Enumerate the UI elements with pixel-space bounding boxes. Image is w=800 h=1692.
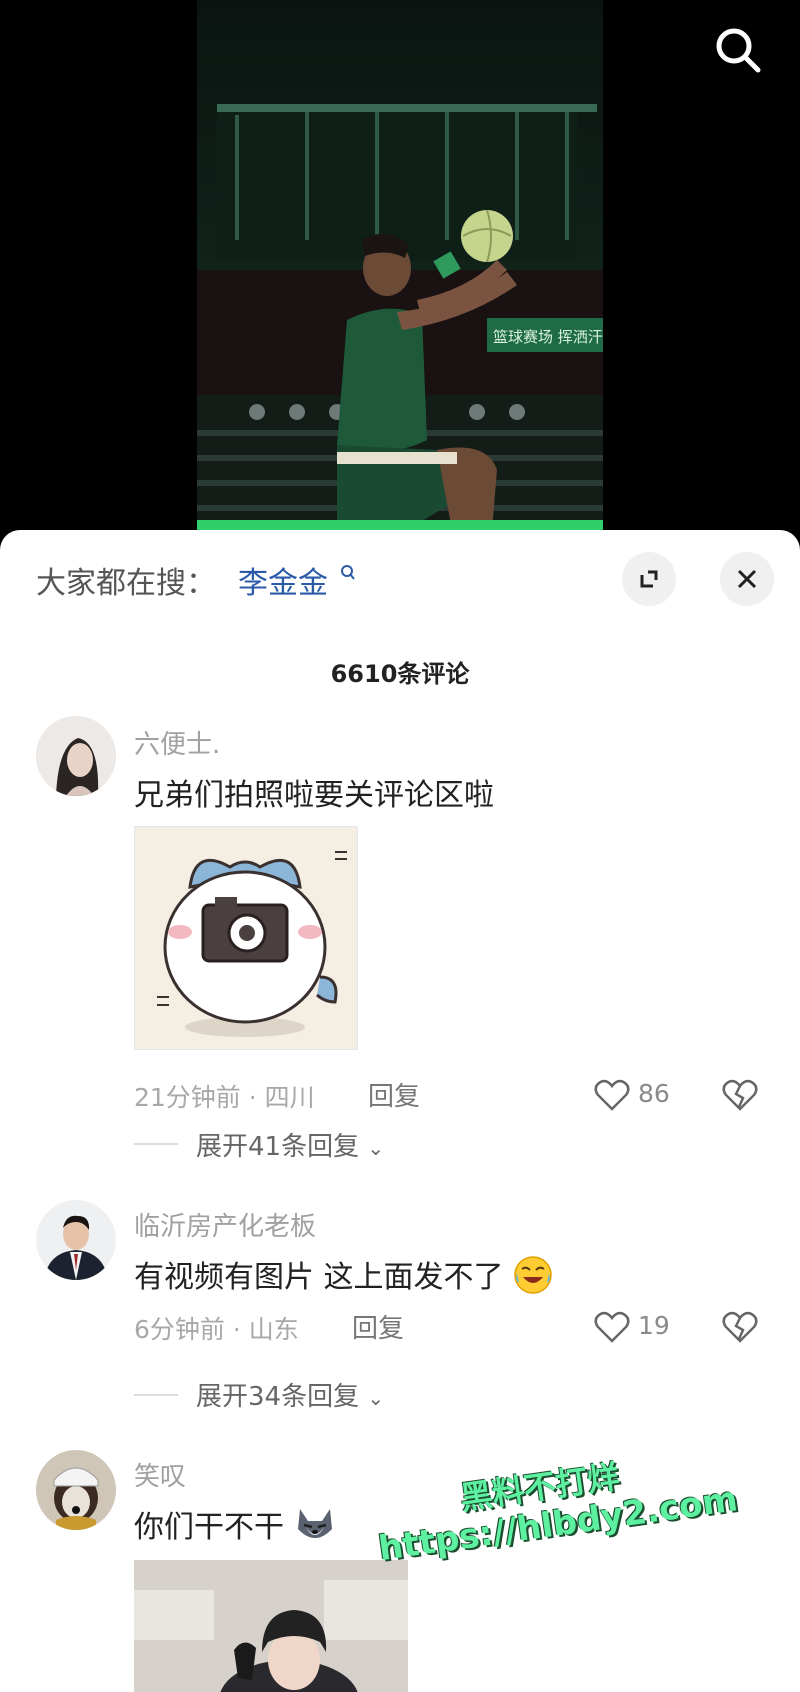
dislike-icon[interactable] <box>722 1309 758 1345</box>
comment-text: 有视频有图片 这上面发不了 <box>134 1252 553 1296</box>
expand-divider <box>134 1394 178 1396</box>
hot-search-label: 大家都在搜： <box>36 566 216 601</box>
chevron-down-icon: ⌄ <box>367 1136 385 1160</box>
expand-sheet-button[interactable] <box>622 552 676 606</box>
expand-replies-label: 展开41条回复 <box>196 1132 360 1162</box>
comment-username[interactable]: 临沂房产化老板 <box>134 1206 316 1243</box>
comment-username[interactable]: 笑叹 <box>134 1456 186 1493</box>
reply-button[interactable]: 回复 <box>352 1308 404 1345</box>
comment-sticker-image[interactable] <box>134 826 358 1050</box>
expand-replies-label: 展开34条回复 <box>196 1382 360 1412</box>
small-search-icon <box>341 565 355 580</box>
close-button[interactable] <box>720 552 774 606</box>
expand-replies-button[interactable]: 展开41条回复 ⌄ <box>196 1126 384 1163</box>
like-icon[interactable] <box>594 1078 630 1112</box>
search-button[interactable] <box>708 20 768 80</box>
comment-text: 你们干不干 <box>134 1502 336 1546</box>
comment-username[interactable]: 六便士. <box>134 724 220 761</box>
comment-meta: 6分钟前 · 山东 <box>134 1315 299 1344</box>
expand-divider <box>134 1143 178 1145</box>
video-scene: 篮球赛场 挥洒汗 <box>197 104 603 530</box>
video-player[interactable]: 篮球赛场 挥洒汗 <box>0 0 800 560</box>
comment-text-content: 你们干不干 <box>134 1510 284 1545</box>
avatar-image <box>36 1200 116 1280</box>
search-icon <box>716 28 761 73</box>
close-icon <box>737 569 757 589</box>
reply-button[interactable]: 回复 <box>368 1076 420 1113</box>
avatar[interactable] <box>36 716 116 796</box>
avatar[interactable] <box>36 1450 116 1530</box>
comment-count: 6610条评论 <box>330 660 470 688</box>
video-frame[interactable]: 篮球赛场 挥洒汗 <box>197 0 603 530</box>
like-count: 19 <box>638 1311 670 1340</box>
camera-cat-sticker <box>135 827 357 1049</box>
expand-replies-button[interactable]: 展开34条回复 ⌄ <box>196 1376 384 1413</box>
svg-text:篮球赛场 挥洒汗: 篮球赛场 挥洒汗 <box>493 328 603 346</box>
avatar-image <box>36 716 116 796</box>
dislike-icon[interactable] <box>722 1077 758 1113</box>
like-icon[interactable] <box>594 1310 630 1344</box>
expand-icon <box>640 570 658 588</box>
chevron-down-icon: ⌄ <box>367 1386 385 1410</box>
comment-meta: 21分钟前 · 四川 <box>134 1083 315 1112</box>
like-count: 86 <box>638 1079 670 1108</box>
laughing-emoji-icon <box>514 1256 552 1294</box>
avatar-image <box>36 1450 116 1530</box>
hot-search-term[interactable]: 李金金 <box>238 558 328 602</box>
photo-content <box>134 1560 408 1692</box>
avatar[interactable] <box>36 1200 116 1280</box>
comment-text-content: 有视频有图片 这上面发不了 <box>134 1260 504 1295</box>
comment-text: 兄弟们拍照啦要关评论区啦 <box>134 778 494 813</box>
comment-photo-image[interactable] <box>134 1560 408 1692</box>
husky-emoji-icon <box>297 1509 332 1538</box>
